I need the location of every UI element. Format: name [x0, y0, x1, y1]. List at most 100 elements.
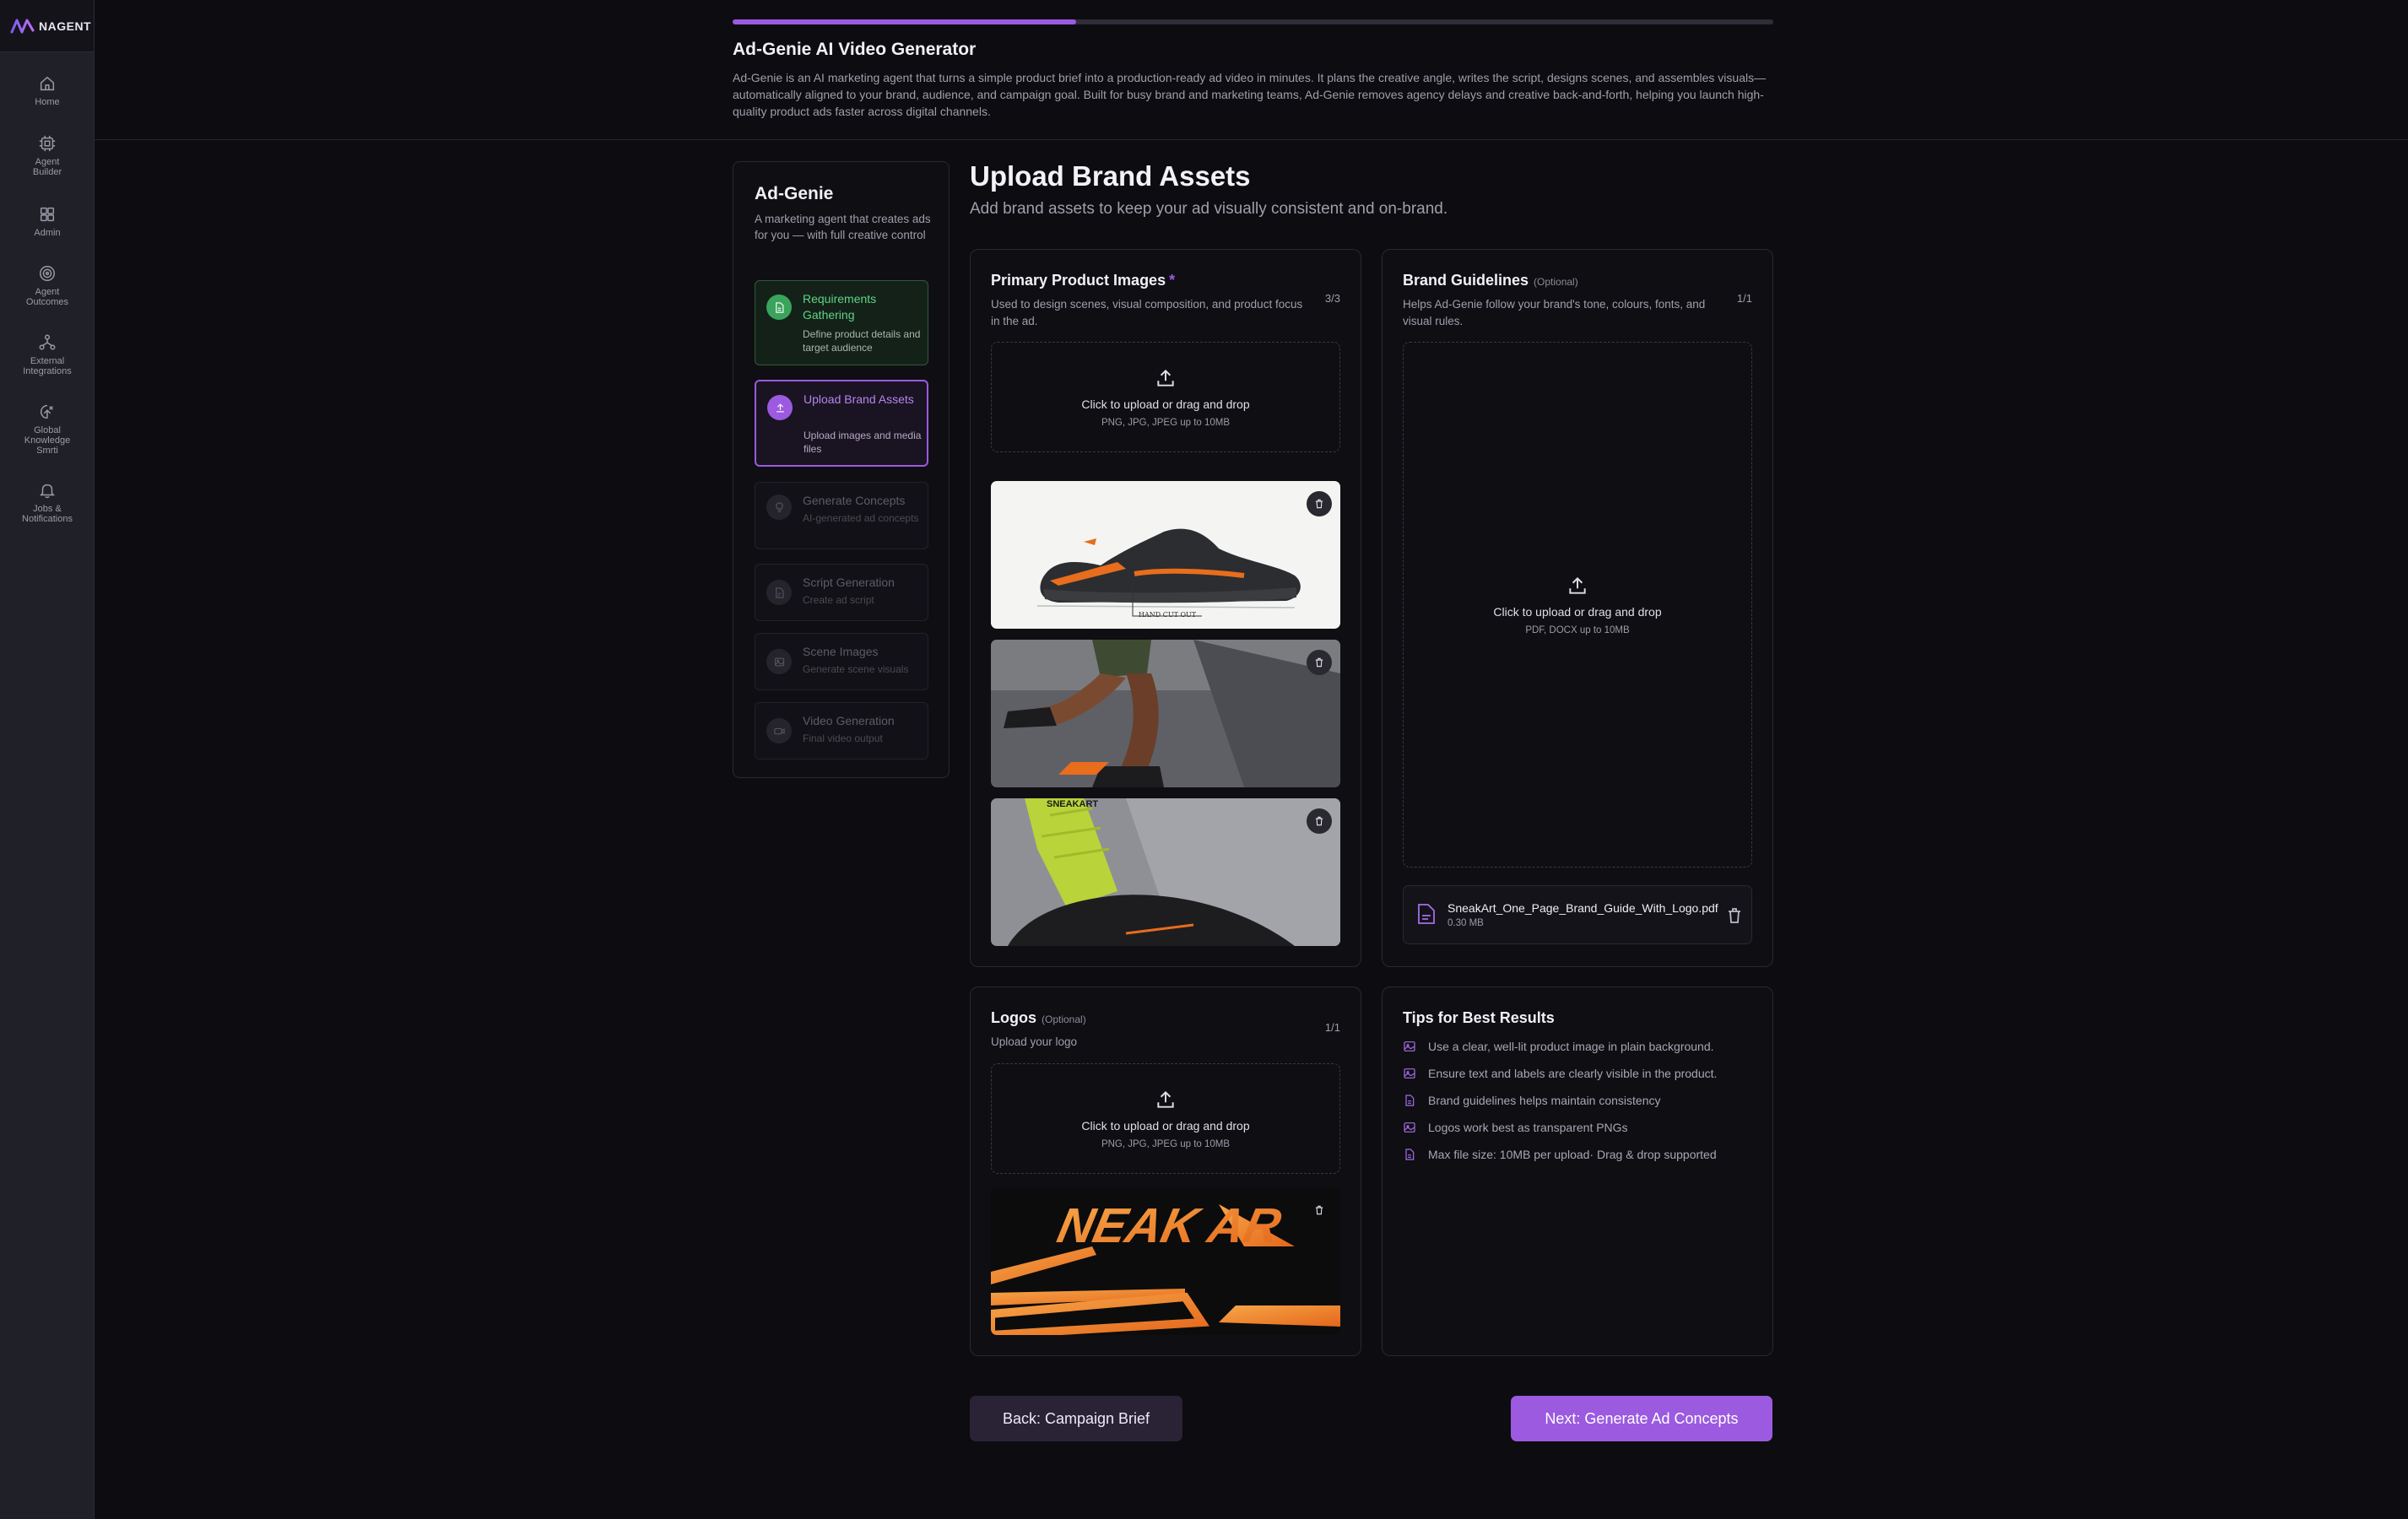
tip-text: Max file size: 10MB per upload· Drag & d… [1428, 1148, 1717, 1161]
card-description: Upload your logo [991, 1035, 1078, 1048]
optional-tag: (Optional) [1042, 1014, 1086, 1025]
brand-guidelines-title: Brand Guidelines [1403, 272, 1529, 289]
image-icon [1404, 1068, 1415, 1078]
step-subtitle: Final video output [803, 732, 883, 744]
document-icon [1405, 1095, 1415, 1106]
nav-external-integrations[interactable]: External Integrations [0, 333, 95, 376]
delete-image-1-button[interactable] [1307, 491, 1332, 516]
document-icon [766, 295, 792, 320]
step-upload-brand-assets[interactable]: Upload Brand Assets Upload images and me… [755, 380, 928, 467]
upload-count: 1/1 [1324, 1021, 1340, 1034]
trash-icon [1315, 816, 1323, 826]
pdf-file-icon [1418, 904, 1435, 924]
nav-home[interactable]: Home [0, 74, 95, 107]
wizard-progress-bar [733, 19, 1773, 24]
logo[interactable]: NAGENT [0, 0, 94, 52]
document-icon [1405, 1149, 1415, 1160]
tips-title: Tips for Best Results [1403, 1009, 1555, 1026]
nav-label: Agent Outcomes [25, 287, 69, 307]
tip-item: Ensure text and labels are clearly visib… [1403, 1067, 1717, 1080]
delete-logo-button[interactable] [1307, 1197, 1332, 1223]
card-description: Helps Ad-Genie follow your brand's tone,… [1403, 298, 1706, 327]
step-video-generation[interactable]: Video Generation Final video output [755, 702, 928, 760]
upload-icon [1157, 1090, 1174, 1108]
tip-text: Ensure text and labels are clearly visib… [1428, 1067, 1718, 1080]
nav-label: Home [35, 97, 60, 107]
step-generate-concepts[interactable]: Generate Concepts AI-generated ad concep… [755, 482, 928, 549]
tip-item: Max file size: 10MB per upload· Drag & d… [1403, 1148, 1717, 1161]
step-script-generation[interactable]: Script Generation Create ad script [755, 564, 928, 621]
stepper-panel: Ad-Genie A marketing agent that creates … [733, 161, 950, 778]
product-images-dropzone[interactable]: Click to upload or drag and drop PNG, JP… [991, 342, 1340, 452]
step-title: Generate Concepts [803, 494, 906, 507]
product-images-card: Primary Product Images * Used to design s… [970, 249, 1361, 967]
tips-card: Tips for Best Results Use a clear, well-… [1382, 987, 1773, 1356]
home-icon [40, 76, 55, 91]
nav-label: Jobs & Notifications [22, 504, 73, 524]
product-image-1: HAND CUT OUT [991, 481, 1340, 629]
tip-text: Use a clear, well-lit product image in p… [1428, 1040, 1714, 1053]
nav-label: Admin [34, 228, 61, 238]
sidebar: NAGENT Home Agent Builder Admin Agent Ou… [0, 0, 95, 1519]
delete-image-2-button[interactable] [1307, 650, 1332, 675]
next-button[interactable]: Next: Generate Ad Concepts [1511, 1396, 1772, 1441]
upload-icon [1569, 576, 1586, 594]
brand-guidelines-dropzone[interactable]: Click to upload or drag and drop PDF, DO… [1403, 342, 1752, 868]
upload-text: Click to upload or drag and drop [1081, 1118, 1250, 1132]
delete-file-icon[interactable] [1728, 908, 1741, 923]
step-subtitle: Create ad script [803, 594, 874, 606]
nav-agent-builder[interactable]: Agent Builder [0, 134, 95, 177]
app-description: Ad-Genie is an AI marketing agent that t… [733, 71, 1767, 118]
tip-item: Brand guidelines helps maintain consiste… [1403, 1094, 1661, 1107]
lightbulb-icon [766, 495, 792, 520]
knowledge-icon [40, 404, 53, 419]
step-scene-images[interactable]: Scene Images Generate scene visuals [755, 633, 928, 690]
nagent-logo-icon [10, 19, 35, 33]
brand-guidelines-card: Brand Guidelines (Optional) Helps Ad-Geni… [1382, 249, 1773, 967]
upload-text: Click to upload or drag and drop [1493, 604, 1662, 619]
card-description: Used to design scenes, visual compositio… [991, 298, 1303, 327]
logo-image: NEAK AR [991, 1187, 1340, 1335]
step-subtitle: AI-generated ad concepts [803, 512, 919, 524]
logos-card: Logos (Optional) Upload your logo 1/1 Cli… [970, 987, 1361, 1356]
trash-icon [1315, 657, 1323, 668]
back-button[interactable]: Back: Campaign Brief [970, 1396, 1182, 1441]
admin-grid-icon [40, 207, 55, 222]
card-title: Primary Product Images * [991, 272, 1175, 289]
nav-label: Global Knowledge Smrti [24, 425, 71, 456]
step-requirements-gathering[interactable]: Requirements Gathering Define product de… [755, 280, 928, 365]
header-divider [95, 139, 2408, 140]
step-title: Script Generation [803, 576, 895, 589]
step-title: Video Generation [803, 714, 895, 727]
bell-icon [39, 484, 56, 499]
nav-label: External Integrations [23, 356, 72, 376]
nav-jobs-notifications[interactable]: Jobs & Notifications [0, 481, 95, 524]
stepper-description: A marketing agent that creates ads for y… [755, 213, 931, 241]
step-subtitle: Upload images and media files [804, 430, 922, 455]
upload-count: 1/1 [1736, 292, 1752, 305]
nav-label: Agent Builder [32, 157, 62, 177]
nav-global-knowledge[interactable]: Global Knowledge Smrti [0, 403, 95, 456]
trash-icon [1315, 1205, 1323, 1215]
image-icon [766, 649, 792, 674]
upload-hint: PDF, DOCX up to 10MB [1525, 624, 1630, 635]
agent-builder-icon [39, 135, 56, 152]
step-title: Requirements Gathering [803, 292, 877, 322]
upload-text: Click to upload or drag and drop [1081, 397, 1250, 411]
delete-image-3-button[interactable] [1307, 808, 1332, 834]
required-mark: * [1169, 272, 1176, 289]
nav-admin[interactable]: Admin [0, 205, 95, 238]
logos-dropzone[interactable]: Click to upload or drag and drop PNG, JP… [991, 1063, 1340, 1174]
shoe-photo: HAND CUT OUT [991, 481, 1340, 629]
target-icon [40, 266, 55, 281]
video-icon [766, 718, 792, 743]
brand-name: NAGENT [39, 19, 92, 33]
app-title: Ad-Genie AI Video Generator [733, 40, 977, 59]
step-subtitle: Define product details and target audien… [803, 328, 921, 354]
product-image-3: SNEAKART [991, 798, 1340, 946]
card-title: Brand Guidelines (Optional) [1403, 272, 1578, 289]
tip-text: Brand guidelines helps maintain consiste… [1428, 1094, 1661, 1107]
tip-item: Use a clear, well-lit product image in p… [1403, 1040, 1714, 1053]
nav-agent-outcomes[interactable]: Agent Outcomes [0, 264, 95, 307]
logo-wordmark: NEAK AR [1052, 1199, 1285, 1253]
